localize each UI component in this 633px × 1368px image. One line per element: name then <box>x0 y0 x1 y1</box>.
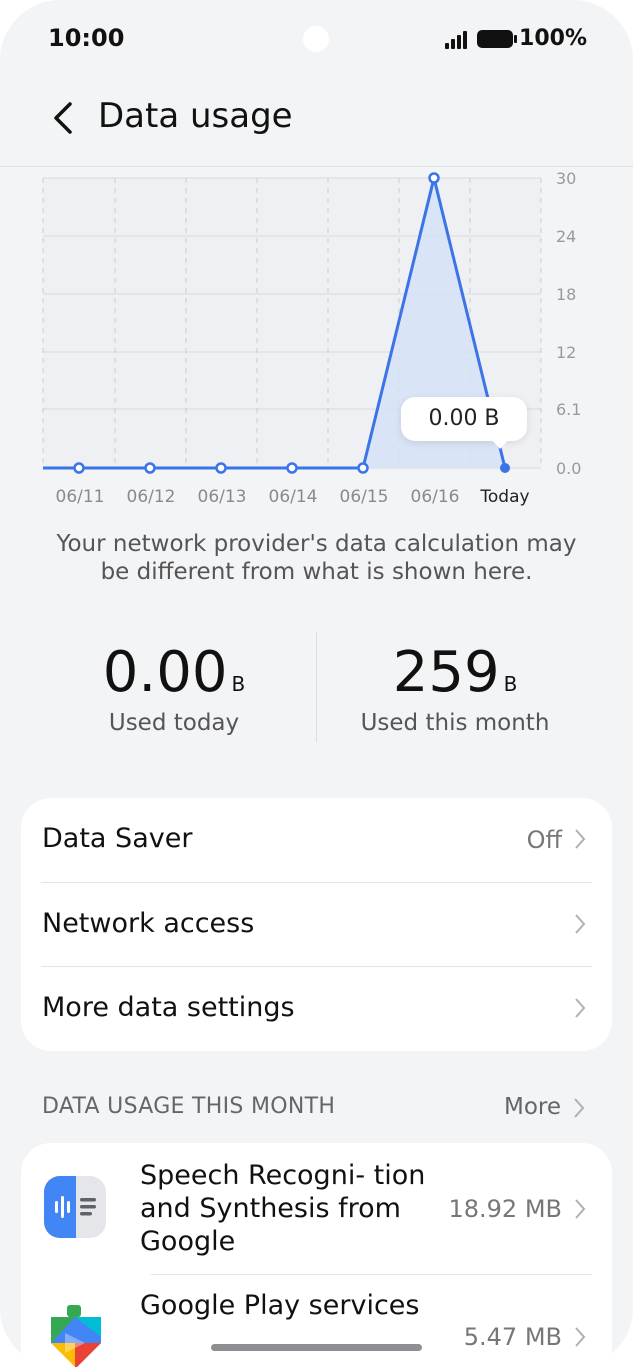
data-point <box>286 462 298 474</box>
status-bar: 10:00 100% <box>0 0 633 80</box>
chevron-right-icon[interactable] <box>573 1097 585 1119</box>
used-month-label: Used this month <box>360 710 550 736</box>
used-today-value: 0.00 <box>102 640 228 705</box>
chevron-right-icon <box>575 829 586 849</box>
x-tick-label: 06/12 <box>127 487 176 507</box>
usage-chart: 30 24 18 12 6.1 0.0 06/11 06/12 06/13 06/14 06/15 0… <box>0 167 633 517</box>
status-icons: 100% <box>445 26 587 51</box>
used-month-unit: B <box>503 672 518 696</box>
stat-used-today: 0.00 B Used today <box>24 640 324 736</box>
x-tick-label: 06/13 <box>198 487 247 507</box>
google-play-services-icon <box>51 1305 101 1367</box>
usage-line-chart: 30 24 18 12 6.1 0.0 06/11 06/12 06/13 06/14 06/15 0… <box>42 169 581 507</box>
signal-icon <box>445 29 468 49</box>
settings-card: Data Saver Off Network access More data … <box>21 798 612 1051</box>
status-time: 10:00 <box>48 24 125 52</box>
more-data-settings-row[interactable]: More data settings <box>21 967 612 1051</box>
battery-icon <box>477 29 518 48</box>
stat-used-month: 259 B Used this month <box>305 640 605 736</box>
speech-services-icon <box>44 1176 106 1238</box>
chevron-right-icon <box>575 1199 586 1219</box>
data-saver-row[interactable]: Data Saver Off <box>21 798 612 882</box>
x-tick-label: 06/16 <box>411 487 460 507</box>
app-usage-card: Speech Recogni- tion and Synthesis from … <box>21 1143 612 1368</box>
data-saver-value: Off <box>526 826 562 854</box>
app-header: Data usage <box>0 80 633 167</box>
data-saver-label: Data Saver <box>42 823 193 854</box>
y-tick-label: 0.0 <box>556 459 581 478</box>
chevron-left-icon[interactable] <box>48 100 78 136</box>
used-today-label: Used today <box>108 710 240 736</box>
battery-percent: 100% <box>519 26 587 51</box>
chevron-right-icon <box>575 914 586 934</box>
data-point <box>428 172 440 184</box>
used-month-value: 259 <box>392 640 500 705</box>
section-title: DATA USAGE THIS MONTH <box>42 1094 336 1119</box>
chart-tooltip: 0.00 B <box>401 397 527 449</box>
more-data-settings-label: More data settings <box>42 992 295 1023</box>
app-name: Speech Recogni- tion and Synthesis from … <box>140 1160 426 1257</box>
x-tick-label: 06/14 <box>269 487 318 507</box>
network-access-label: Network access <box>42 908 255 939</box>
x-tick-label: 06/11 <box>56 487 105 507</box>
y-tick-label: 18 <box>556 285 576 304</box>
y-tick-label: 6.1 <box>556 400 581 419</box>
chevron-right-icon <box>575 1327 586 1347</box>
used-today-unit: B <box>231 672 246 696</box>
camera-cutout <box>303 26 329 52</box>
more-link[interactable]: More <box>504 1094 561 1120</box>
data-point <box>357 462 369 474</box>
app-row[interactable]: Speech Recogni- tion and Synthesis from … <box>21 1143 612 1275</box>
x-tick-label: 06/15 <box>340 487 389 507</box>
app-data-size: 18.92 MB <box>448 1195 562 1223</box>
data-point <box>73 462 85 474</box>
phone-screen: 10:00 100% Data usage 30 24 18 12 6.1 0.0 06/1… <box>0 0 633 1368</box>
chevron-right-icon <box>575 998 586 1018</box>
provider-note: Your network provider's data calculation… <box>56 531 577 585</box>
home-indicator[interactable] <box>211 1344 422 1351</box>
data-point <box>215 462 227 474</box>
data-point-highlight <box>500 463 510 473</box>
y-tick-label: 30 <box>556 169 576 188</box>
network-access-row[interactable]: Network access <box>21 883 612 967</box>
app-data-size: 5.47 MB <box>463 1323 562 1351</box>
y-tick-label: 12 <box>556 343 576 362</box>
app-name: Google Play services <box>140 1290 420 1321</box>
app-row[interactable]: Google Play services 5.47 MB <box>21 1275 612 1368</box>
x-tick-label: Today <box>479 487 529 507</box>
page-title: Data usage <box>98 96 293 136</box>
y-tick-label: 24 <box>556 227 576 246</box>
data-point <box>144 462 156 474</box>
